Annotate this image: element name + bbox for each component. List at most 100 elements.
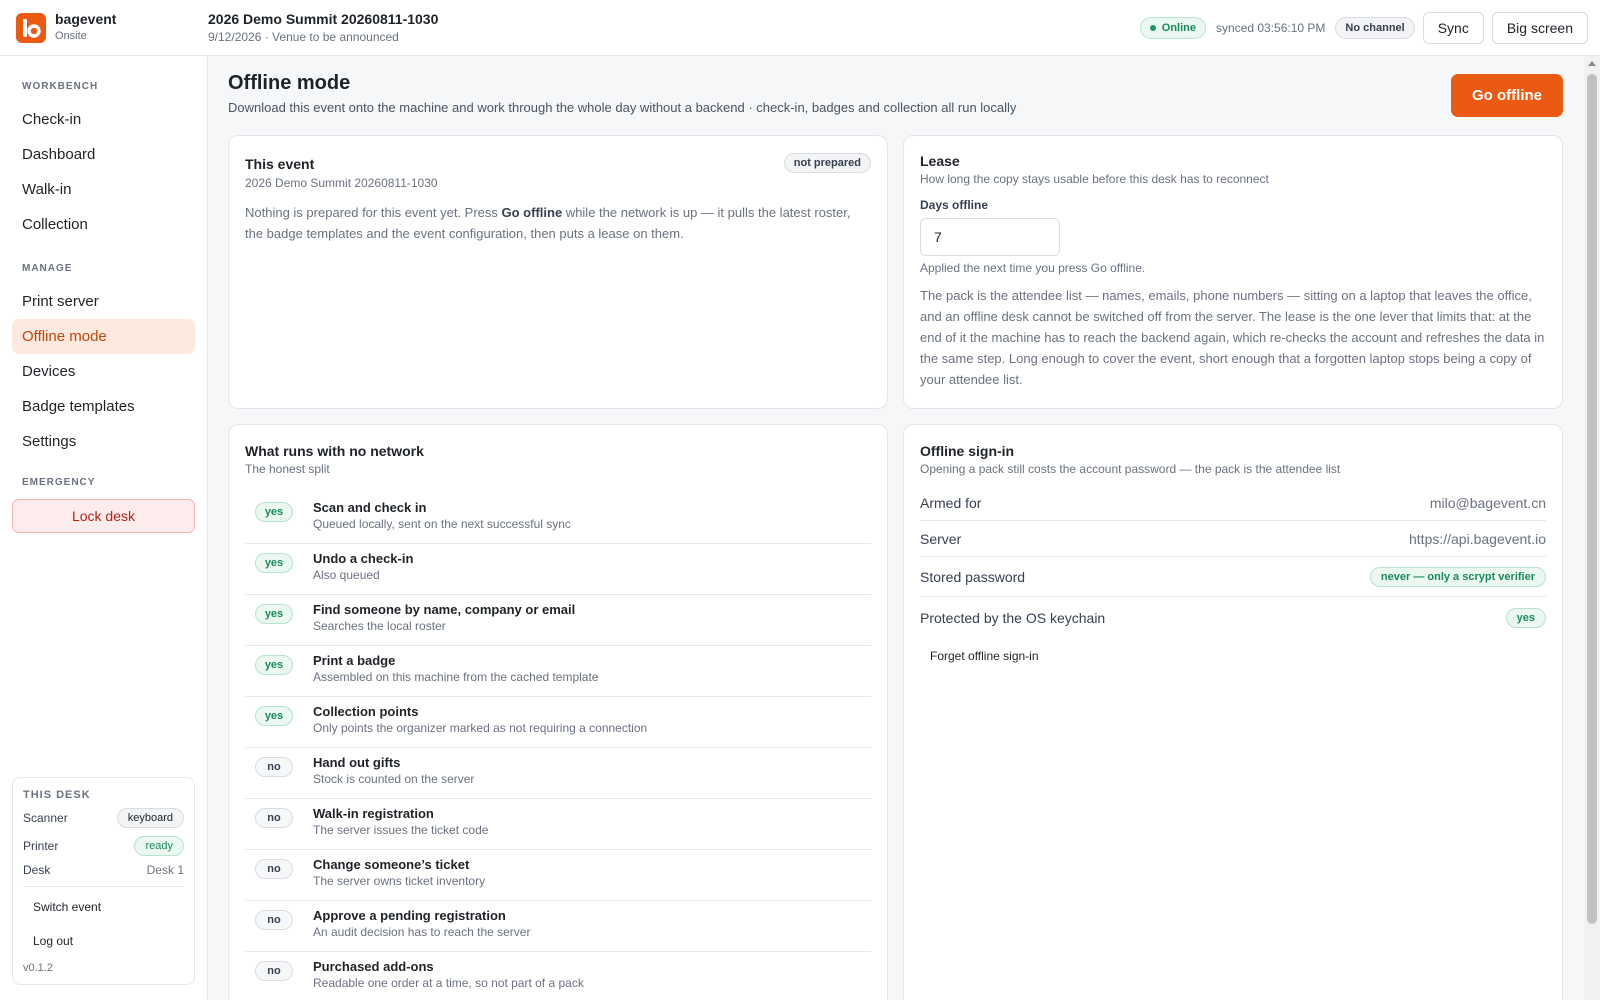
- what-runs-card: What runs with no network The honest spl…: [228, 424, 888, 1000]
- armed-for-row: Armed for milo@bagevent.cn: [920, 485, 1546, 521]
- sidebar-item-offline-mode[interactable]: Offline mode: [12, 319, 195, 354]
- desk-value: Desk 1: [146, 863, 184, 877]
- scrollbar-thumb[interactable]: [1587, 74, 1597, 924]
- capability-desc: Stock is counted on the server: [313, 772, 475, 786]
- scroll-up-arrow-icon[interactable]: [1588, 61, 1596, 66]
- capability-list: yes Scan and check in Queued locally, sent…: [245, 493, 871, 1000]
- app-version: v0.1.2: [23, 962, 53, 974]
- log-out-link[interactable]: Log out: [33, 934, 73, 948]
- this-event-description: Nothing is prepared for this event yet. …: [245, 202, 871, 244]
- online-label: Online: [1161, 22, 1197, 34]
- list-item: yes Collection points Only points the orga…: [245, 697, 871, 748]
- page-subtitle: Download this event onto the machine and…: [228, 100, 1017, 115]
- sidebar-item-dashboard[interactable]: Dashboard: [12, 137, 195, 172]
- bagevent-logo-icon: [16, 13, 46, 43]
- no-badge: no: [255, 808, 293, 828]
- brand-subtitle: Onsite: [55, 30, 87, 42]
- capability-title: Scan and check in: [313, 500, 427, 515]
- capability-title: Print a badge: [313, 653, 396, 668]
- yes-badge: yes: [255, 502, 293, 522]
- this-desk-heading: THIS DESK: [23, 789, 91, 801]
- yes-badge: yes: [255, 604, 293, 624]
- days-offline-label: Days offline: [920, 198, 989, 212]
- no-badge: no: [255, 961, 293, 981]
- lock-desk-button[interactable]: Lock desk: [12, 499, 195, 533]
- online-status-badge: Online: [1139, 17, 1207, 39]
- capability-title: Find someone by name, company or email: [313, 602, 576, 617]
- capability-desc: Only points the organizer marked as not …: [313, 721, 648, 735]
- sidebar: WORKBENCH Check-in Dashboard Walk-in Col…: [0, 56, 208, 1000]
- manage-heading: MANAGE: [22, 263, 73, 274]
- sidebar-item-print-server[interactable]: Print server: [12, 284, 195, 319]
- sidebar-item-check-in[interactable]: Check-in: [12, 102, 195, 137]
- yes-badge: yes: [255, 655, 293, 675]
- capability-title: Undo a check-in: [313, 551, 414, 566]
- capability-desc: Readable one order at a time, so not par…: [313, 976, 584, 990]
- capability-title: Walk-in registration: [313, 806, 434, 821]
- list-item: yes Print a badge Assembled on this machin…: [245, 646, 871, 697]
- lease-explanation: The pack is the attendee list — names, e…: [920, 288, 1545, 387]
- capability-title: Hand out gifts: [313, 755, 401, 770]
- list-item: no Purchased add-ons Readable one order at…: [245, 952, 871, 1000]
- server-label: Server: [920, 530, 962, 547]
- scanner-label: Scanner: [23, 811, 68, 825]
- description-emphasis: Go offline: [501, 205, 563, 220]
- top-bar: bagevent Onsite 2026 Demo Summit 2026081…: [0, 0, 1600, 56]
- event-title: 2026 Demo Summit 20260811-1030: [208, 11, 439, 27]
- stored-password-label: Stored password: [920, 568, 1026, 585]
- go-offline-button[interactable]: Go offline: [1451, 74, 1563, 117]
- list-item: yes Scan and check in Queued locally, sent…: [245, 493, 871, 544]
- list-item: yes Undo a check-in Also queued: [245, 544, 871, 595]
- scanner-value-badge: keyboard: [116, 808, 184, 828]
- sync-timestamp: synced 03:56:10 PM: [1216, 21, 1326, 35]
- list-item: yes Find someone by name, company or emai…: [245, 595, 871, 646]
- this-event-card: This event 2026 Demo Summit 20260811-103…: [228, 135, 888, 409]
- page-scrollbar[interactable]: [1584, 56, 1600, 1000]
- sidebar-item-walk-in[interactable]: Walk-in: [12, 172, 195, 207]
- yes-badge: yes: [255, 706, 293, 726]
- sidebar-item-settings[interactable]: Settings: [12, 424, 195, 459]
- list-item: no Hand out gifts Stock is counted on the …: [245, 748, 871, 799]
- workbench-heading: WORKBENCH: [22, 81, 99, 92]
- scanner-row: Scanner keyboard: [23, 807, 184, 829]
- printer-row: Printer ready: [23, 835, 184, 857]
- armed-for-value: milo@bagevent.cn: [1429, 494, 1546, 511]
- this-event-subtitle: 2026 Demo Summit 20260811-1030: [245, 176, 438, 190]
- printer-status-badge: ready: [134, 836, 184, 856]
- capability-title: Approve a pending registration: [313, 908, 506, 923]
- no-badge: no: [255, 859, 293, 879]
- desk-label: Desk: [23, 863, 51, 877]
- sync-button[interactable]: Sync: [1422, 12, 1484, 44]
- sidebar-item-collection[interactable]: Collection: [12, 207, 195, 242]
- event-subtitle: 9/12/2026 · Venue to be announced: [208, 30, 399, 44]
- lease-subtitle: How long the copy stays usable before th…: [920, 172, 1269, 186]
- this-desk-card: THIS DESK Scanner keyboard Printer ready…: [12, 777, 195, 985]
- no-badge: no: [255, 910, 293, 930]
- desk-row: Desk Desk 1: [23, 859, 184, 881]
- days-offline-input[interactable]: [920, 218, 1060, 256]
- prepared-status-badge: not prepared: [783, 153, 871, 173]
- what-runs-title: What runs with no network: [245, 443, 424, 459]
- capability-title: Change someone’s ticket: [313, 857, 470, 872]
- emergency-heading: EMERGENCY: [22, 477, 96, 488]
- capability-desc: Assembled on this machine from the cache…: [313, 670, 599, 684]
- main-content: Offline mode Download this event onto th…: [208, 56, 1584, 1000]
- sidebar-item-devices[interactable]: Devices: [12, 354, 195, 389]
- stored-password-badge: never — only a scrypt verifier: [1369, 566, 1546, 587]
- switch-event-link[interactable]: Switch event: [33, 900, 101, 914]
- list-item: no Change someone’s ticket The server owns…: [245, 850, 871, 901]
- forget-offline-signin-button[interactable]: Forget offline sign-in: [930, 649, 1039, 663]
- keychain-label: Protected by the OS keychain: [920, 610, 1106, 626]
- big-screen-button[interactable]: Big screen: [1491, 12, 1588, 44]
- sidebar-item-badge-templates[interactable]: Badge templates: [12, 389, 195, 424]
- keychain-badge: yes: [1505, 608, 1546, 628]
- capability-desc: Also queued: [313, 568, 380, 582]
- offline-signin-subtitle: Opening a pack still costs the account p…: [920, 462, 1341, 476]
- offline-signin-title: Offline sign-in: [920, 443, 1015, 459]
- list-item: no Approve a pending registration An audit…: [245, 901, 871, 952]
- keychain-row: Protected by the OS keychain yes: [920, 597, 1546, 639]
- lease-title: Lease: [920, 153, 960, 169]
- server-row: Server https://api.bagevent.io: [920, 521, 1546, 557]
- yes-badge: yes: [255, 553, 293, 573]
- top-right-controls: Online synced 03:56:10 PM No channel Syn…: [1139, 12, 1588, 44]
